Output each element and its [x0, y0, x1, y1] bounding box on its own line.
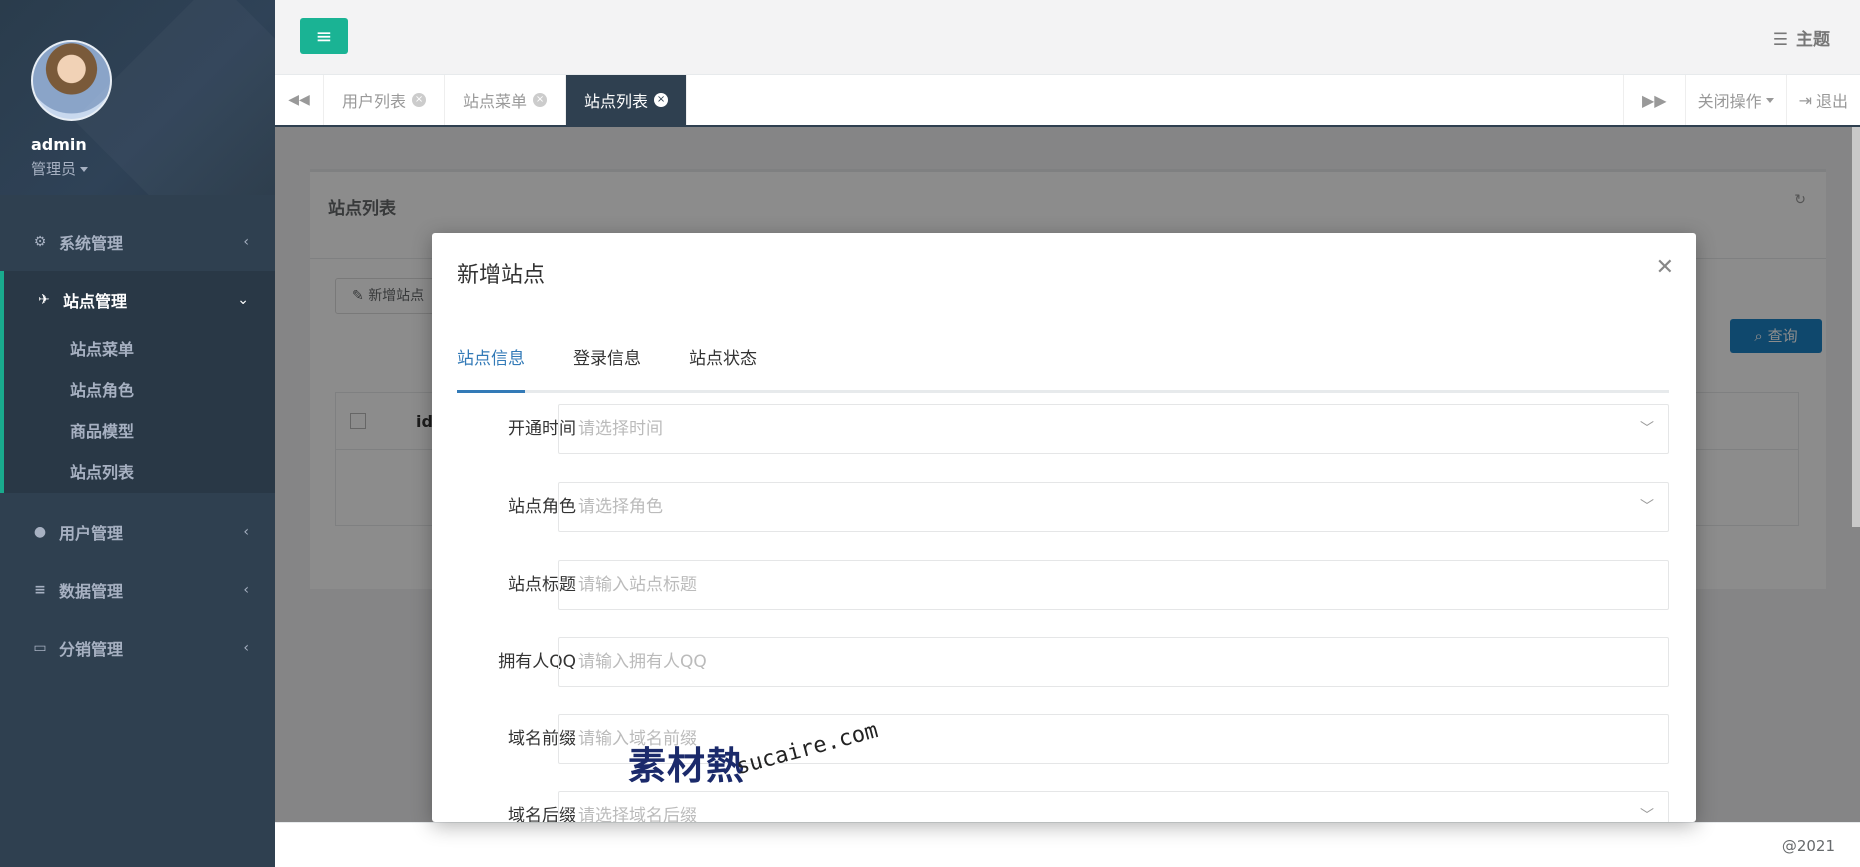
nav-label: 分销管理	[59, 640, 124, 659]
chevron-down-icon: ﹀	[1640, 421, 1654, 437]
form-row-site-title: 站点标题 请输入站点标题	[432, 560, 1696, 610]
tab-user-list[interactable]: 用户列表 ×	[324, 75, 446, 125]
close-operations-dropdown[interactable]: 关闭操作	[1684, 75, 1786, 125]
nav-label: 用户管理	[59, 524, 124, 543]
placeholder: 请输入站点标题	[578, 575, 697, 595]
form-row-owner-qq: 拥有人QQ 请输入拥有人QQ	[432, 637, 1696, 687]
tab-bar: ◀◀ 用户列表 × 站点菜单 × 站点列表 × ▶▶ 关闭操作 ⇥ 退出	[275, 75, 1860, 127]
tab-scroll-left-button[interactable]: ◀◀	[275, 75, 324, 125]
nav-site-management-group: ✈ 站点管理 ⌄ 站点菜单 站点角色 商品模型 站点列表	[0, 271, 275, 493]
form-row-site-role: 站点角色 请选择角色 ﹀	[432, 482, 1696, 532]
topbar: ≡ ☰ 主题	[275, 0, 1860, 75]
user-icon: ●	[33, 524, 47, 540]
backward-icon: ◀◀	[288, 92, 310, 108]
placeholder: 请输入拥有人QQ	[578, 652, 707, 672]
tab-site-info[interactable]: 站点信息	[457, 343, 525, 393]
caret-down-icon	[1765, 97, 1774, 103]
paper-plane-icon: ✈	[38, 292, 50, 308]
menu-toggle-button[interactable]: ≡	[300, 18, 348, 54]
tab-label: 站点列表	[584, 92, 649, 111]
close-operations-label: 关闭操作	[1697, 92, 1762, 111]
tab-login-info[interactable]: 登录信息	[573, 343, 641, 393]
chevron-left-icon: ‹	[243, 234, 249, 250]
form-row-domain-suffix: 域名后缀 请选择域名后缀 ﹀	[432, 791, 1696, 822]
close-circle-icon[interactable]: ×	[533, 93, 548, 107]
sign-out-icon: ⇥	[1798, 90, 1812, 110]
close-icon[interactable]: ✕	[1656, 255, 1674, 280]
modal-title: 新增站点	[457, 263, 546, 288]
domain-suffix-select[interactable]: 请选择域名后缀 ﹀	[558, 791, 1669, 822]
username: admin	[31, 135, 87, 154]
chevron-left-icon: ‹	[243, 582, 249, 598]
nav-system-management[interactable]: ⚙ 系统管理 ‹	[0, 213, 275, 271]
site-title-input[interactable]: 请输入站点标题	[558, 560, 1669, 610]
owner-qq-input[interactable]: 请输入拥有人QQ	[558, 637, 1669, 687]
copyright: @2021	[1781, 837, 1835, 855]
nav-label: 数据管理	[59, 582, 124, 601]
form-row-open-time: 开通时间 请选择时间 ﹀	[432, 404, 1696, 454]
nav-label: 站点管理	[63, 292, 128, 311]
watermark: 素材熱 sucaire.com	[628, 718, 881, 795]
chevron-down-icon: ﹀	[1640, 499, 1654, 515]
add-site-modal: 新增站点 ✕ 站点信息 登录信息 站点状态 开通时间 请选择时间 ﹀ 站点角色 请…	[432, 233, 1696, 822]
tab-site-list[interactable]: 站点列表 ×	[566, 75, 688, 125]
watermark-main-text: 素材熱	[628, 744, 746, 788]
sub-item-site-menu[interactable]: 站点菜单	[4, 329, 275, 370]
logout-label: 退出	[1815, 92, 1848, 111]
site-role-select[interactable]: 请选择角色 ﹀	[558, 482, 1669, 532]
theme-label: 主题	[1796, 30, 1830, 50]
tab-site-status[interactable]: 站点状态	[689, 343, 757, 393]
chevron-left-icon: ‹	[243, 524, 249, 540]
theme-icon: ☰	[1772, 30, 1788, 50]
chevron-down-icon: ﹀	[1640, 808, 1654, 822]
logout-button[interactable]: ⇥ 退出	[1785, 75, 1860, 125]
avatar[interactable]	[31, 40, 112, 121]
chevron-down-icon: ⌄	[237, 292, 249, 308]
close-circle-icon[interactable]: ×	[654, 93, 669, 107]
sub-item-site-list[interactable]: 站点列表	[4, 452, 275, 493]
user-role-label: 管理员	[31, 160, 77, 178]
theme-button[interactable]: ☰ 主题	[1773, 25, 1830, 50]
close-circle-icon[interactable]: ×	[412, 93, 427, 107]
modal-tabs: 站点信息 登录信息 站点状态	[457, 343, 1669, 393]
gears-icon: ⚙	[33, 234, 47, 250]
profile: admin 管理员	[0, 0, 275, 195]
forward-icon: ▶▶	[1641, 90, 1667, 110]
sidebar: admin 管理员 ⚙ 系统管理 ‹ ✈ 站点管理 ⌄ 站点菜单 站点角色 商品…	[0, 0, 275, 867]
user-role-dropdown[interactable]: 管理员	[31, 158, 275, 179]
tab-site-menu[interactable]: 站点菜单 ×	[445, 75, 567, 125]
placeholder: 请选择域名后缀	[578, 806, 697, 822]
tab-bar-right: ▶▶ 关闭操作 ⇥ 退出	[1622, 75, 1860, 125]
footer: @2021	[275, 822, 1860, 867]
sub-item-product-model[interactable]: 商品模型	[4, 411, 275, 452]
nav-site-management[interactable]: ✈ 站点管理 ⌄	[4, 271, 275, 329]
placeholder: 请选择角色	[578, 497, 663, 517]
open-time-select[interactable]: 请选择时间 ﹀	[558, 404, 1669, 454]
nav-user-management[interactable]: ● 用户管理 ‹	[0, 503, 275, 561]
desktop-icon: ▭	[33, 640, 47, 656]
nav-distribution-management[interactable]: ▭ 分销管理 ‹	[0, 619, 275, 677]
bars-icon: ≡	[315, 24, 333, 48]
caret-down-icon	[80, 167, 89, 172]
nav-label: 系统管理	[59, 234, 124, 253]
tab-label: 用户列表	[342, 92, 407, 111]
tab-scroll-right-button[interactable]: ▶▶	[1622, 75, 1685, 125]
sub-item-site-role[interactable]: 站点角色	[4, 370, 275, 411]
form-row-domain-prefix: 域名前缀 请输入域名前缀	[432, 714, 1696, 764]
watermark-logo: 素材熱	[628, 735, 745, 790]
scrollbar[interactable]	[1852, 127, 1860, 527]
chevron-left-icon: ‹	[243, 640, 249, 656]
nav-data-management[interactable]: ≡ 数据管理 ‹	[0, 561, 275, 619]
placeholder: 请选择时间	[578, 419, 663, 439]
tab-label: 站点菜单	[463, 92, 528, 111]
database-icon: ≡	[34, 582, 46, 598]
